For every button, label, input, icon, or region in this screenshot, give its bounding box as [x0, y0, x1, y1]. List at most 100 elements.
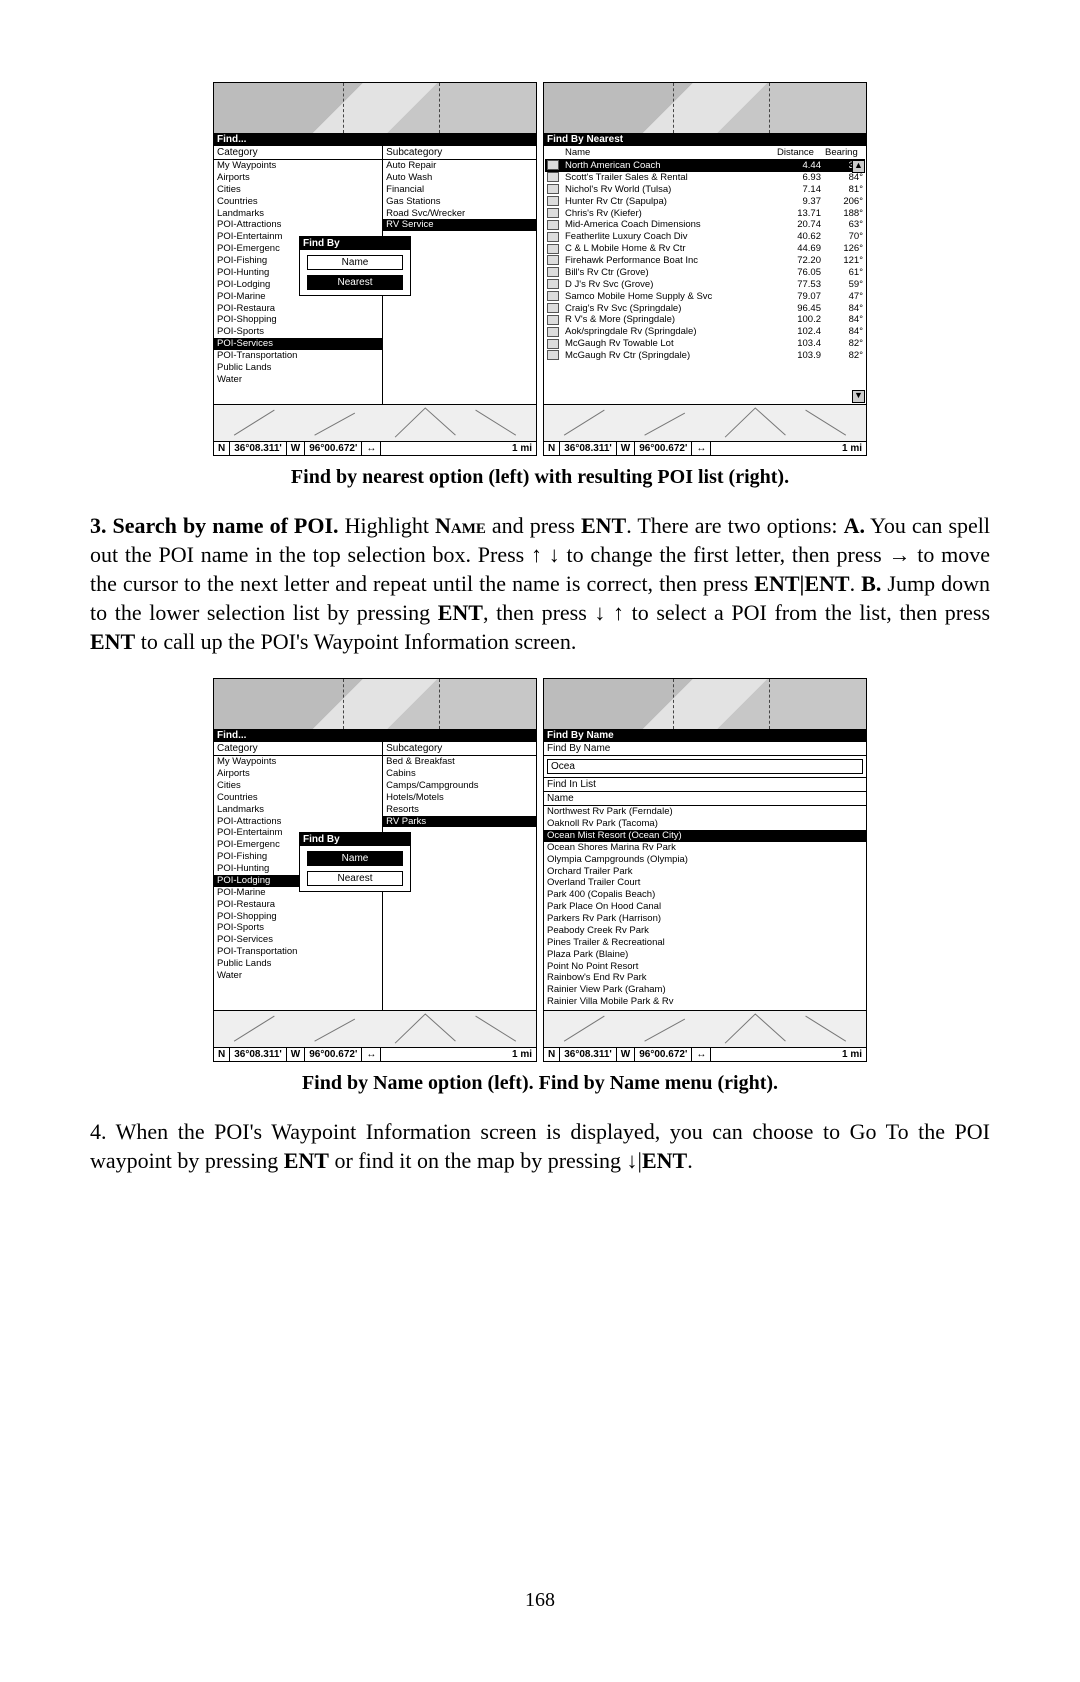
col-bearing: Bearing	[823, 146, 865, 160]
table-row[interactable]: Mid-America Coach Dimensions20.7463°	[545, 219, 865, 231]
category-header: Category	[214, 146, 382, 160]
name-results-list[interactable]: Northwest Rv Park (Ferndale)Oaknoll Rv P…	[544, 806, 866, 1008]
list-item[interactable]: POI-Transportation	[214, 350, 382, 362]
list-item[interactable]: Cabins	[383, 768, 536, 780]
poi-icon	[547, 350, 559, 360]
list-item[interactable]: POI-Sports	[214, 326, 382, 338]
nearest-button[interactable]: Nearest	[307, 275, 403, 290]
table-row[interactable]: D J's Rv Svc (Grove)77.5359°	[545, 279, 865, 291]
list-item[interactable]: Camps/Campgrounds	[383, 780, 536, 792]
list-item[interactable]: Public Lands	[214, 362, 382, 374]
table-row[interactable]: Samco Mobile Home Supply & Svc79.0747°	[545, 291, 865, 303]
name-button[interactable]: Name	[307, 851, 403, 866]
list-item[interactable]: Cities	[214, 184, 382, 196]
list-item[interactable]: POI-Services	[214, 338, 382, 350]
name-button[interactable]: Name	[307, 255, 403, 270]
list-item[interactable]: Point No Point Resort	[544, 961, 866, 973]
list-item[interactable]: Rainbow's End Rv Park	[544, 972, 866, 984]
list-item[interactable]: Ocean Mist Resort (Ocean City)	[544, 830, 866, 842]
list-item[interactable]: Gas Stations	[383, 196, 536, 208]
subcategory-list[interactable]: Auto RepairAuto WashFinancialGas Station…	[383, 160, 536, 231]
list-item[interactable]: Oaknoll Rv Park (Tacoma)	[544, 818, 866, 830]
list-item[interactable]: Airports	[214, 172, 382, 184]
table-row[interactable]: R V's & More (Springdale)100.284°	[545, 314, 865, 326]
table-row[interactable]: Featherlite Luxury Coach Div40.6270°	[545, 231, 865, 243]
table-row[interactable]: Firehawk Performance Boat Inc72.20121°	[545, 255, 865, 267]
table-row[interactable]: McGaugh Rv Ctr (Springdale)103.982°	[545, 350, 865, 362]
lat-value: 36°08.311'	[230, 442, 287, 455]
poi-icon	[547, 267, 559, 277]
list-item[interactable]: Countries	[214, 196, 382, 208]
poi-icon	[547, 208, 559, 218]
list-item[interactable]: Olympia Campgrounds (Olympia)	[544, 854, 866, 866]
list-item[interactable]: Financial	[383, 184, 536, 196]
list-item[interactable]: Northwest Rv Park (Ferndale)	[544, 806, 866, 818]
table-row[interactable]: C & L Mobile Home & Rv Ctr44.69126°	[545, 243, 865, 255]
list-item[interactable]: Plaza Park (Blaine)	[544, 949, 866, 961]
list-item[interactable]: POI-Restaura	[214, 899, 382, 911]
list-item[interactable]: Park 400 (Copalis Beach)	[544, 889, 866, 901]
list-item[interactable]: POI-Restaura	[214, 303, 382, 315]
list-item[interactable]: POI-Transportation	[214, 946, 382, 958]
lon-value: 96°00.672'	[305, 442, 362, 455]
list-item[interactable]: Auto Repair	[383, 160, 536, 172]
list-item[interactable]: Rainier Villa Mobile Park & Rv	[544, 996, 866, 1008]
list-item[interactable]: My Waypoints	[214, 756, 382, 768]
table-row[interactable]: Chris's Rv (Kiefer)13.71188°	[545, 208, 865, 220]
find-by-name-label: Find By Name	[544, 742, 866, 756]
list-header-name: Name	[544, 792, 866, 806]
nearest-button[interactable]: Nearest	[307, 871, 403, 886]
figure-1-caption: Find by nearest option (left) with resul…	[90, 466, 990, 489]
list-item[interactable]: Airports	[214, 768, 382, 780]
poi-icon	[547, 172, 559, 182]
list-item[interactable]: Hotels/Motels	[383, 792, 536, 804]
list-item[interactable]: Overland Trailer Court	[544, 877, 866, 889]
scroll-up-icon[interactable]: ▲	[852, 160, 865, 173]
list-item[interactable]: POI-Shopping	[214, 314, 382, 326]
list-item[interactable]: Parkers Rv Park (Harrison)	[544, 913, 866, 925]
table-row[interactable]: Craig's Rv Svc (Springdale)96.4584°	[545, 303, 865, 315]
map-strip	[214, 83, 536, 133]
list-item[interactable]: Public Lands	[214, 958, 382, 970]
table-row[interactable]: Scott's Trailer Sales & Rental6.9384°	[545, 172, 865, 184]
list-item[interactable]: Water	[214, 970, 382, 982]
list-item[interactable]: POI-Shopping	[214, 911, 382, 923]
table-row[interactable]: Nichol's Rv World (Tulsa)7.1481°	[545, 184, 865, 196]
table-row[interactable]: Bill's Rv Ctr (Grove)76.0561°	[545, 267, 865, 279]
table-row[interactable]: McGaugh Rv Towable Lot103.482°	[545, 338, 865, 350]
status-bar: N 36°08.311' W 96°00.672' ↔ 1 mi	[544, 441, 866, 455]
table-row[interactable]: Aok/springdale Rv (Springdale)102.484°	[545, 326, 865, 338]
list-item[interactable]: Road Svc/Wrecker	[383, 208, 536, 220]
list-item[interactable]: Cities	[214, 780, 382, 792]
list-item[interactable]: POI-Services	[214, 934, 382, 946]
list-item[interactable]: Rainier View Park (Graham)	[544, 984, 866, 996]
status-bar: N 36°08.311' W 96°00.672' ↔ 1 mi	[214, 441, 536, 455]
poi-results-table[interactable]: Name Distance Bearing North American Coa…	[545, 146, 865, 362]
table-row[interactable]: Hunter Rv Ctr (Sapulpa)9.37206°	[545, 196, 865, 208]
list-item[interactable]: Landmarks	[214, 208, 382, 220]
name-input[interactable]: Ocea	[547, 759, 863, 774]
list-item[interactable]: Peabody Creek Rv Park	[544, 925, 866, 937]
subcategory-list[interactable]: Bed & BreakfastCabinsCamps/CampgroundsHo…	[383, 756, 536, 827]
list-item[interactable]: Auto Wash	[383, 172, 536, 184]
list-item[interactable]: RV Service	[383, 219, 536, 231]
list-item[interactable]: POI-Attractions	[214, 219, 382, 231]
poi-icon	[547, 184, 559, 194]
poi-icon	[547, 232, 559, 242]
poi-icon	[547, 291, 559, 301]
list-item[interactable]: Pines Trailer & Recreational	[544, 937, 866, 949]
list-item[interactable]: Resorts	[383, 804, 536, 816]
list-item[interactable]: My Waypoints	[214, 160, 382, 172]
list-item[interactable]: Countries	[214, 792, 382, 804]
list-item[interactable]: Park Place On Hood Canal	[544, 901, 866, 913]
list-item[interactable]: Water	[214, 374, 382, 386]
list-item[interactable]: POI-Sports	[214, 922, 382, 934]
list-item[interactable]: Landmarks	[214, 804, 382, 816]
list-item[interactable]: Bed & Breakfast	[383, 756, 536, 768]
list-item[interactable]: Ocean Shores Marina Rv Park	[544, 842, 866, 854]
list-item[interactable]: RV Parks	[383, 816, 536, 828]
scroll-down-icon[interactable]: ▼	[852, 390, 865, 403]
table-row[interactable]: North American Coach4.4437°	[545, 160, 865, 172]
list-item[interactable]: POI-Attractions	[214, 816, 382, 828]
list-item[interactable]: Orchard Trailer Park	[544, 866, 866, 878]
